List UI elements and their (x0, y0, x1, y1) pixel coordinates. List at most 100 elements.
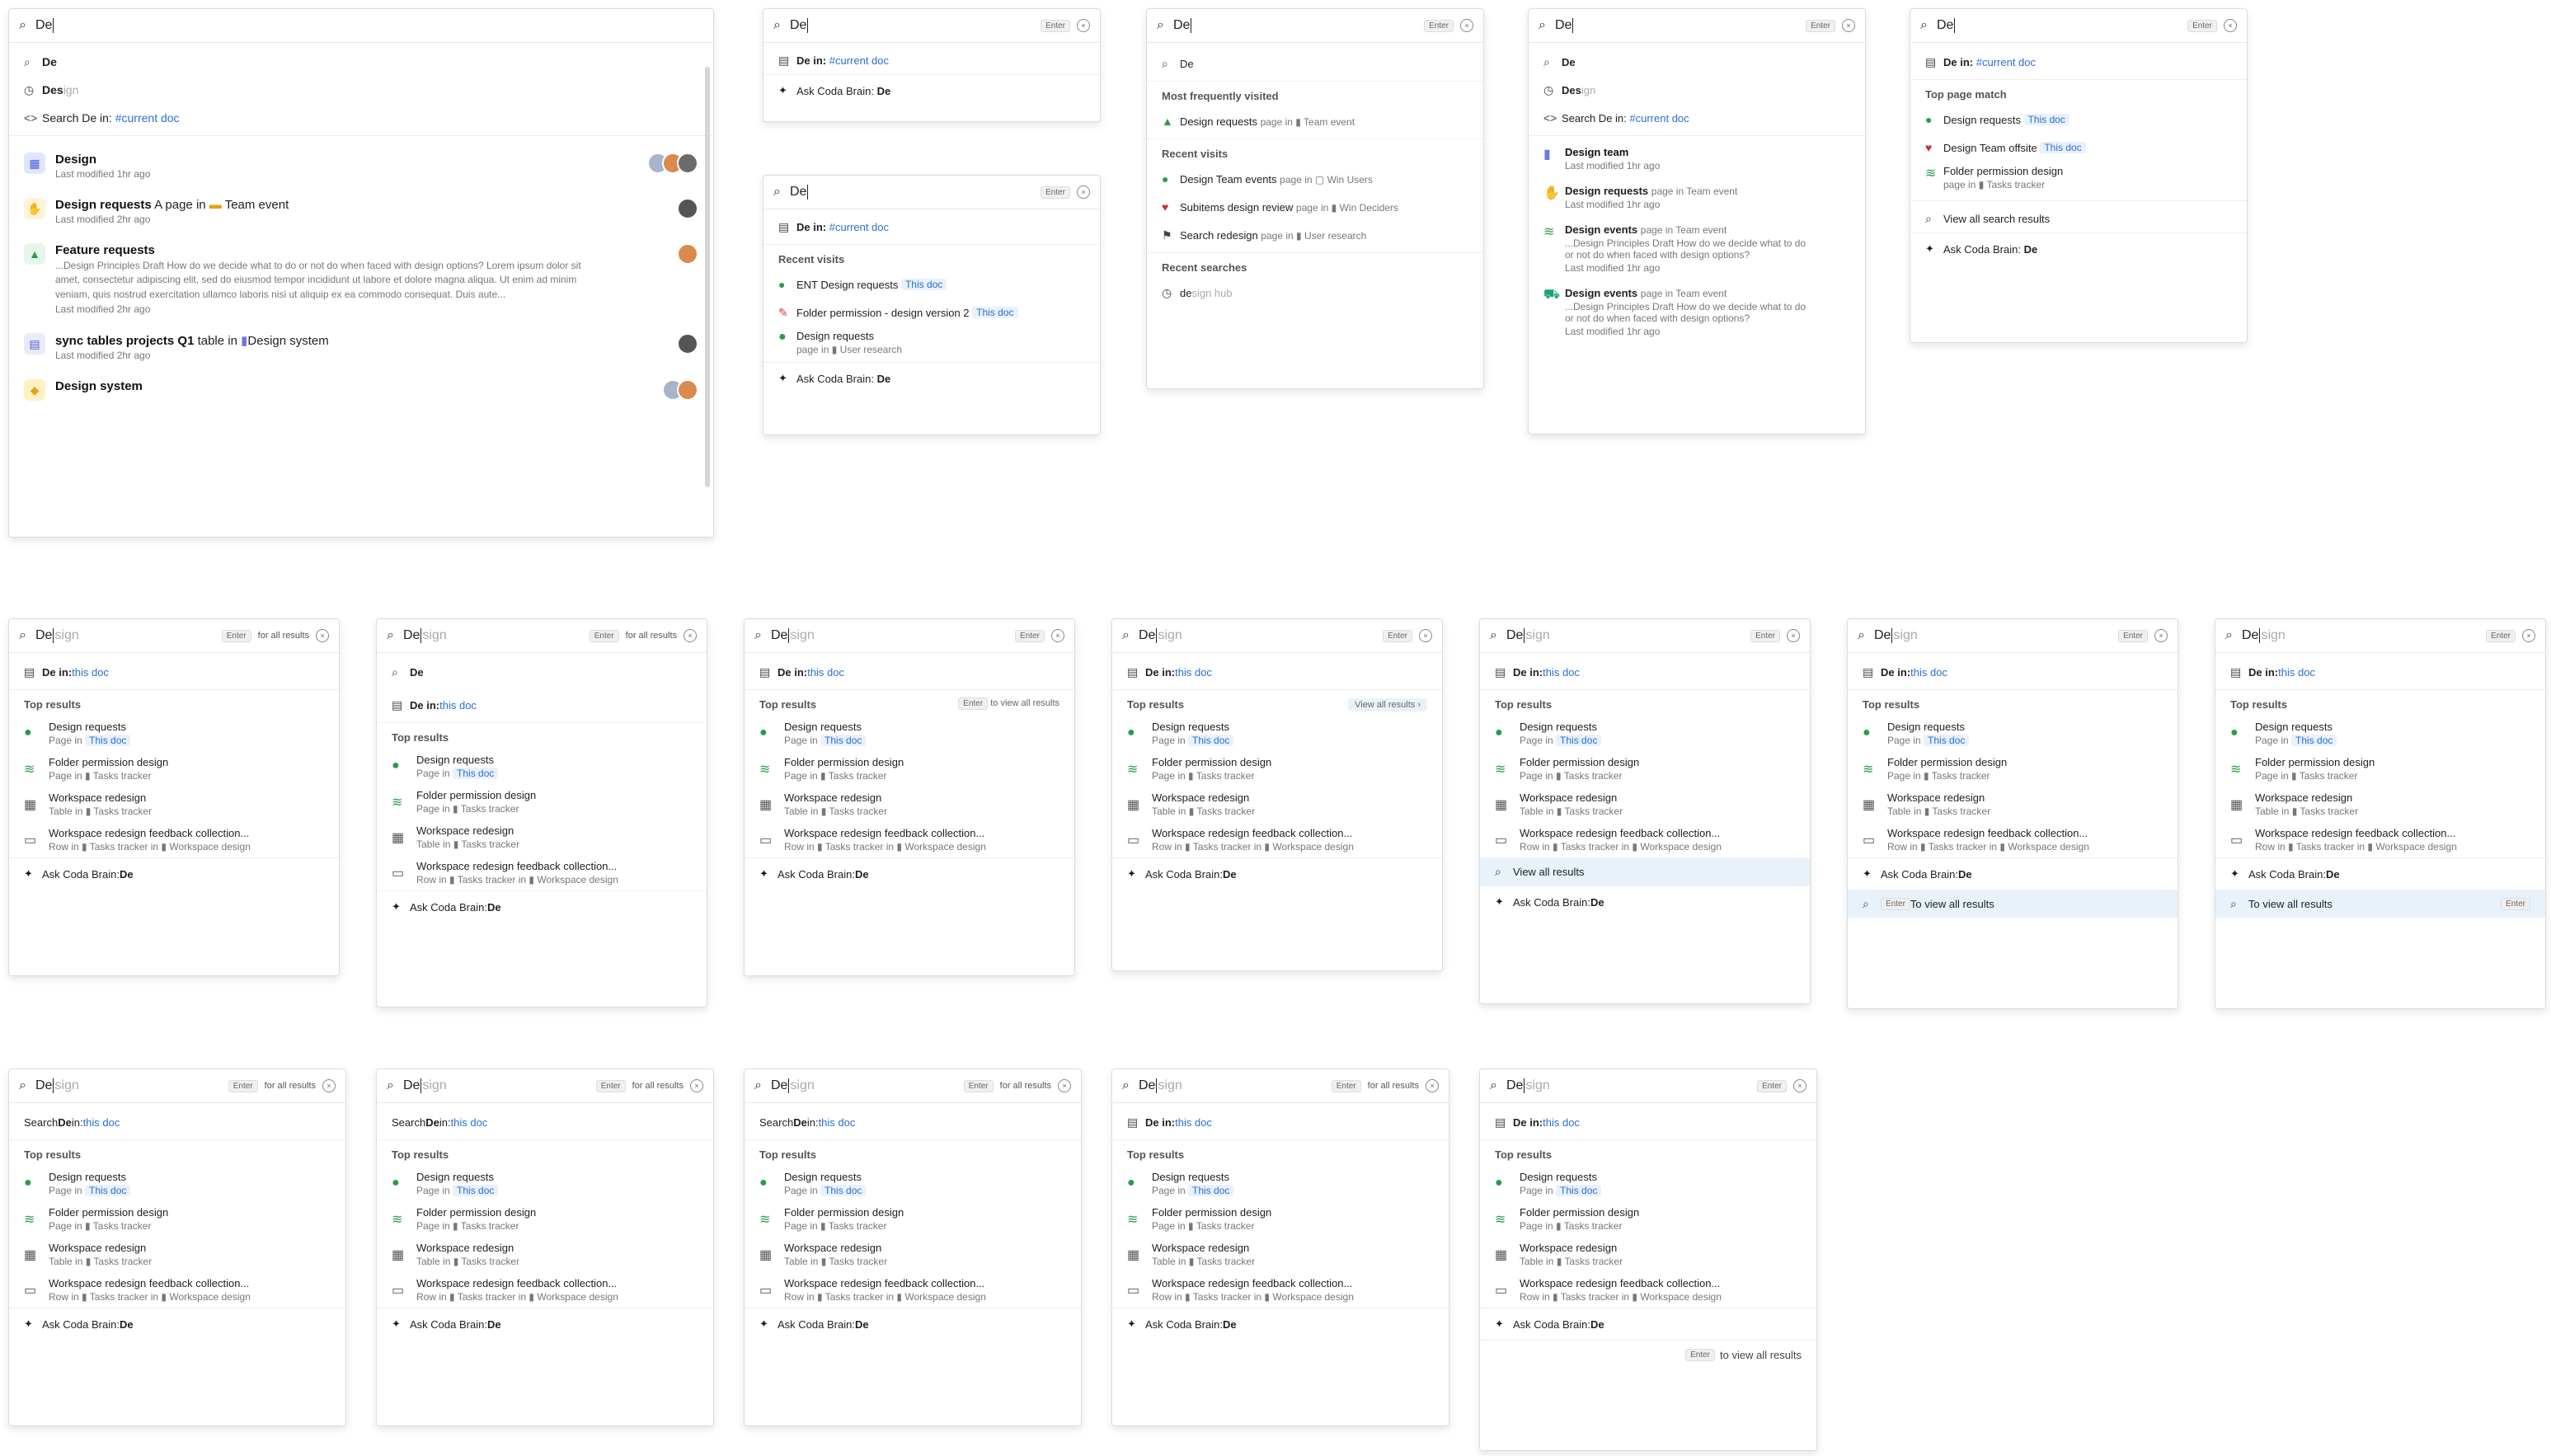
search-input[interactable]: ⌕ De sign Enter for all results × (745, 1069, 1081, 1103)
result-item[interactable]: ● Design requests Page in This doc (9, 1166, 345, 1201)
result-item[interactable]: ≋ Folder permission design Page in ▮ Tasks… (745, 751, 1074, 787)
result-item[interactable]: ≋ Folder permission design Page in ▮ Tasks… (9, 1201, 345, 1237)
result-item[interactable]: ▭ Workspace redesign feedback collection.… (9, 1272, 345, 1308)
result-item[interactable]: ● Design requests Page in This doc (1848, 716, 2178, 751)
result-item[interactable]: ▭ Workspace redesign feedback collection.… (377, 855, 707, 890)
scope-item[interactable]: ▤ De in: this doc (1480, 658, 1810, 686)
suggestion-item[interactable]: <> Search De in: #current doc (1529, 104, 1865, 132)
scope-item[interactable]: ▤ De in: this doc (9, 658, 339, 686)
ask-coda-brain[interactable]: ✦ Ask Coda Brain: De (763, 74, 1100, 106)
result-item[interactable]: ✋ Design requests A page in ▬ Team event… (9, 186, 713, 232)
result-item[interactable]: ● Design requests Page in This doc (745, 1166, 1081, 1201)
scope-item[interactable]: ▤ De in: #current doc (1910, 48, 2247, 76)
result-item[interactable]: ▦ Workspace redesign Table in ▮ Tasks trac… (1848, 787, 2178, 822)
result-item[interactable]: ● Design requests Page in This doc (9, 716, 339, 751)
clear-icon[interactable]: × (1787, 629, 1800, 642)
ask-coda-brain[interactable]: ✦ Ask Coda Brain: De (9, 1308, 345, 1340)
result-item[interactable]: ▭ Workspace redesign feedback collection.… (377, 1272, 713, 1308)
view-all-results[interactable]: ⌕ To view all results Enter (2215, 890, 2545, 918)
result-item[interactable]: ≋ Folder permission design Page in ▮ Tasks… (1848, 751, 2178, 787)
result-item[interactable]: ▭ Workspace redesign feedback collection.… (745, 1272, 1081, 1308)
result-item[interactable]: ▲ Feature requests ...Design Principles D… (9, 232, 713, 322)
scope-item[interactable]: ▤ De in: this doc (1848, 658, 2178, 686)
result-item[interactable]: ▦ Design Last modified 1hr ago (9, 139, 713, 186)
search-input[interactable]: ⌕ De sign Enter × (1112, 619, 1442, 653)
clear-icon[interactable]: × (2522, 629, 2535, 642)
result-item[interactable]: ≋ Folder permission design Page in ▮ Tasks… (377, 1201, 713, 1237)
suggestion-item[interactable]: ⌕ De (1147, 49, 1483, 77)
ask-coda-brain[interactable]: ✦ Ask Coda Brain: De (9, 857, 339, 890)
clear-icon[interactable]: × (1460, 19, 1473, 32)
result-item[interactable]: ≋ Folder permission design Page in ▮ Tasks… (1112, 1201, 1449, 1237)
result-item[interactable]: ● Design requests Page in This doc (745, 716, 1074, 751)
result-item[interactable]: ▭ Workspace redesign feedback collection.… (745, 822, 1074, 857)
search-input[interactable]: ⌕ De sign Enter × (1480, 1069, 1816, 1103)
result-item[interactable]: ▤ sync tables projects Q1 table in ▮Desi… (9, 322, 713, 368)
result-item[interactable]: ▲ Design requests page in ▮ Team event (1147, 107, 1483, 135)
view-all-results[interactable]: ⌕ View all search results (1910, 204, 2247, 232)
result-item[interactable]: ● Design requests This doc (1910, 106, 2247, 134)
search-input[interactable]: ⌕ De sign Enter for all results × (1112, 1069, 1449, 1103)
scope-item[interactable]: ▤ De in: this doc (1480, 1108, 1816, 1136)
result-item[interactable]: ▭ Workspace redesign feedback collection.… (1480, 1272, 1816, 1308)
ask-coda-brain[interactable]: ✦ Ask Coda Brain: De (1848, 857, 2178, 890)
view-all-results[interactable]: ⌕ Enter To view all results (1848, 890, 2178, 918)
result-item[interactable]: ≋ Folder permission design Page in ▮ Tasks… (1480, 751, 1810, 787)
result-item[interactable]: ▦ Workspace redesign Table in ▮ Tasks trac… (1480, 787, 1810, 822)
clear-icon[interactable]: × (1419, 629, 1432, 642)
result-item[interactable]: ▦ Workspace redesign Table in ▮ Tasks trac… (745, 787, 1074, 822)
clear-icon[interactable]: × (1077, 186, 1090, 199)
result-item[interactable]: ● Design requests Page in This doc (1480, 1166, 1816, 1201)
result-item[interactable]: ● Design requests Page in This doc (1480, 716, 1810, 751)
ask-coda-brain[interactable]: ✦ Ask Coda Brain: De (763, 362, 1100, 394)
result-item[interactable]: ⚑ Search redesign page in ▮ User research (1147, 221, 1483, 249)
result-item[interactable]: ≋ Folder permission design Page in ▮ Tasks… (377, 784, 707, 820)
search-input[interactable]: ⌕ De sign Enter × (1480, 619, 1810, 653)
clear-icon[interactable]: × (684, 629, 697, 642)
scope-item[interactable]: ▤ De in: this doc (2215, 658, 2545, 686)
result-item[interactable]: ≋ Folder permission design Page in ▮ Tasks… (9, 751, 339, 787)
search-input[interactable]: ⌕ De Enter × (1910, 9, 2247, 43)
ask-coda-brain[interactable]: ✦ Ask Coda Brain: De (1910, 232, 2247, 265)
result-item[interactable]: ≋ Folder permission design page in ▮ Tasks… (1910, 162, 2247, 197)
result-item[interactable]: ● ENT Design requests This doc (763, 270, 1100, 298)
search-input[interactable]: ⌕ De sign Enter for all results × (377, 619, 707, 653)
clear-icon[interactable]: × (2224, 19, 2237, 32)
result-item[interactable]: ● Design requests Page in This doc (1112, 1166, 1449, 1201)
ask-coda-brain[interactable]: ✦ Ask Coda Brain: De (745, 857, 1074, 890)
result-item[interactable]: ≋ Folder permission design Page in ▮ Tasks… (745, 1201, 1081, 1237)
result-item[interactable]: ▦ Workspace redesign Table in ▮ Tasks trac… (9, 1237, 345, 1272)
clear-icon[interactable]: × (1842, 19, 1855, 32)
result-item[interactable]: ● Design requests Page in This doc (1112, 716, 1442, 751)
ask-coda-brain[interactable]: ✦ Ask Coda Brain: De (745, 1308, 1081, 1340)
result-item[interactable]: ▦ Workspace redesign Table in ▮ Tasks trac… (1112, 787, 1442, 822)
result-item[interactable]: ▭ Workspace redesign feedback collection.… (1848, 822, 2178, 857)
suggestion-item[interactable]: ⌕ De (1529, 48, 1865, 76)
ask-coda-brain[interactable]: ✦ Ask Coda Brain: De (377, 890, 707, 923)
scope-item[interactable]: Search De in: this doc (377, 1108, 713, 1136)
search-input[interactable]: ⌕ De (9, 9, 713, 43)
ask-coda-brain[interactable]: ✦ Ask Coda Brain: De (1480, 885, 1810, 918)
result-item[interactable]: ▦ Workspace redesign Table in ▮ Tasks trac… (377, 820, 707, 855)
result-item[interactable]: ● Design Team events page in ▢ Win Users (1147, 165, 1483, 193)
result-item[interactable]: ≋ Design events page in Team event ...Desi… (1529, 217, 1865, 280)
scope-item[interactable]: ▤ De in: this doc (745, 658, 1074, 686)
search-input[interactable]: ⌕ De Enter × (1529, 9, 1865, 43)
suggestion-item[interactable]: ⌕ De (9, 48, 713, 76)
result-item[interactable]: ⛟ Design events page in Team event ...Desi… (1529, 280, 1865, 344)
result-item[interactable]: ▦ Workspace redesign Table in ▮ Tasks trac… (9, 787, 339, 822)
scope-item[interactable]: ▤ De in: this doc (377, 691, 707, 719)
recent-search-item[interactable]: ◷ de sign hub (1147, 279, 1483, 307)
scrollbar[interactable] (705, 67, 710, 487)
search-input[interactable]: ⌕ De sign Enter for all results × (9, 1069, 345, 1103)
clear-icon[interactable]: × (1077, 19, 1090, 32)
clear-icon[interactable]: × (690, 1079, 703, 1092)
suggestion-item[interactable]: <> Search De in: #current doc (9, 104, 713, 132)
result-item[interactable]: ▮ Design team Last modified 1hr ago (1529, 139, 1865, 178)
result-item[interactable]: ≋ Folder permission design Page in ▮ Tasks… (1480, 1201, 1816, 1237)
search-input[interactable]: ⌕ De Enter × (763, 9, 1100, 43)
clear-icon[interactable]: × (1051, 629, 1064, 642)
scope-item[interactable]: ▤ De in: this doc (1112, 1108, 1449, 1136)
result-item[interactable]: ▦ Workspace redesign Table in ▮ Tasks trac… (745, 1237, 1081, 1272)
search-input[interactable]: ⌕ De sign Enter × (745, 619, 1074, 653)
